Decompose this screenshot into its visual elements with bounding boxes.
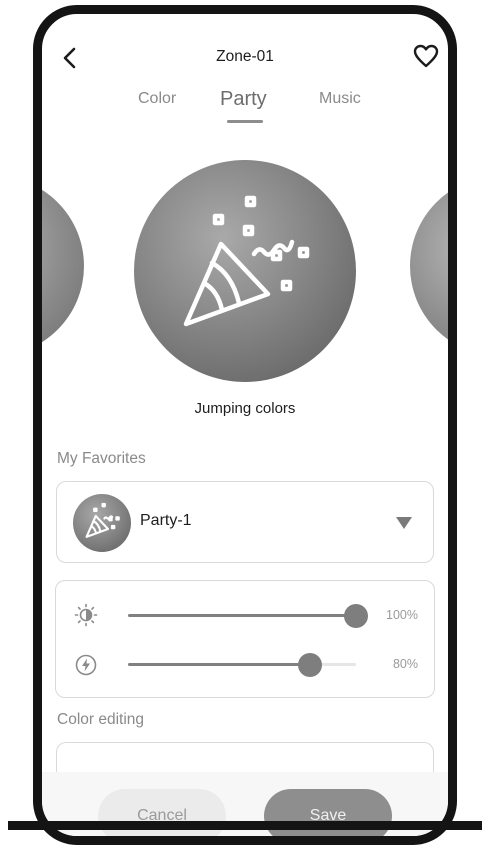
heart-outline-icon xyxy=(413,44,439,68)
tab-color[interactable]: Color xyxy=(138,90,176,108)
adjustments-card: 100% 80% xyxy=(55,580,435,698)
party-popper-icon xyxy=(183,195,310,327)
phone-frame: Zone-01 Color Party Music Jumping colors… xyxy=(33,5,457,845)
tab-party[interactable]: Party xyxy=(220,88,267,111)
favorite-thumbnail xyxy=(73,494,131,552)
color-editing-label: Color editing xyxy=(57,711,145,728)
save-button[interactable]: Save xyxy=(264,789,392,836)
favorite-name: Party-1 xyxy=(140,512,192,529)
brightness-slider-fill xyxy=(128,614,356,617)
bolt-circle-icon xyxy=(75,654,97,676)
bottom-edge xyxy=(8,821,482,830)
effect-name: Jumping colors xyxy=(194,400,296,417)
speed-slider-fill xyxy=(128,663,311,666)
party-popper-icon xyxy=(85,502,120,538)
favorites-label: My Favorites xyxy=(57,450,146,467)
brightness-icon xyxy=(74,603,98,627)
page-title: Zone-01 xyxy=(216,48,274,65)
speed-value: 80% xyxy=(392,657,418,671)
active-tab-indicator xyxy=(227,120,263,123)
tab-music[interactable]: Music xyxy=(319,90,361,108)
triangle-down-icon xyxy=(396,517,412,529)
favorites-dropdown[interactable]: Party-1 xyxy=(56,481,434,563)
carousel-item-previous[interactable] xyxy=(42,176,84,356)
carousel-item-selected[interactable] xyxy=(134,160,356,382)
speed-slider-thumb[interactable] xyxy=(298,653,323,677)
brightness-slider[interactable] xyxy=(128,614,356,617)
brightness-value: 100% xyxy=(386,608,418,622)
cancel-button[interactable]: Cancel xyxy=(98,789,226,836)
favorite-button[interactable] xyxy=(412,42,440,70)
carousel-item-next[interactable] xyxy=(410,176,448,356)
